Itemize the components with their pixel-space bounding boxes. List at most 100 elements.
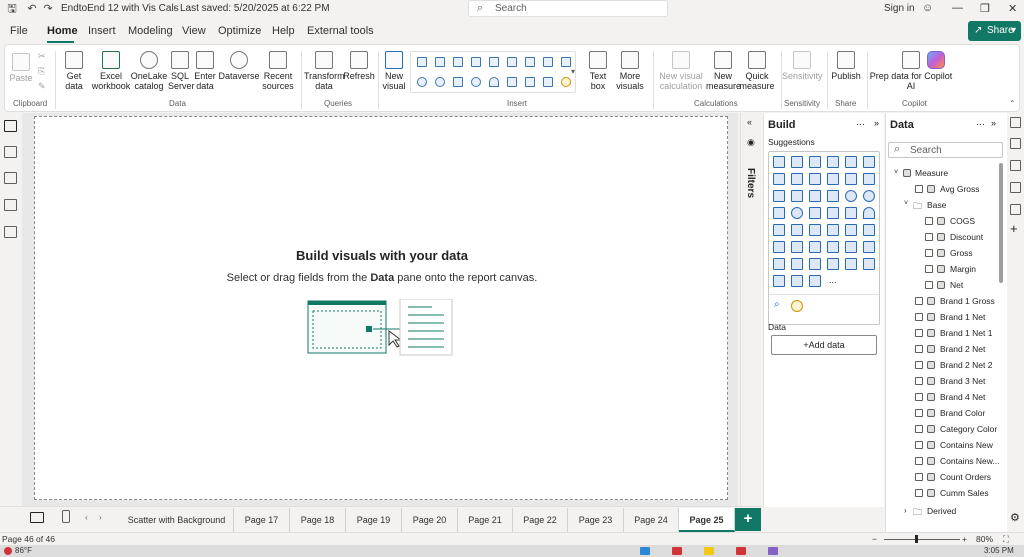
page-tab[interactable]: Page 19 bbox=[346, 508, 402, 532]
field-checkbox[interactable] bbox=[925, 281, 933, 289]
100-bar-icon[interactable] bbox=[845, 156, 857, 168]
search-icon[interactable]: ⌕ bbox=[774, 299, 780, 310]
donut-chart-icon[interactable] bbox=[435, 77, 445, 87]
menu-help[interactable]: Help bbox=[272, 25, 295, 37]
collapse-ribbon-icon[interactable]: ⌃ bbox=[1009, 99, 1016, 108]
new-visual-button[interactable]: New visual bbox=[381, 51, 407, 91]
next-page-icon[interactable]: › bbox=[99, 513, 102, 522]
clustered-column-icon[interactable] bbox=[471, 57, 481, 67]
menu-insert[interactable]: Insert bbox=[88, 25, 116, 37]
table-visual-icon[interactable] bbox=[845, 224, 857, 236]
tmdl-view-icon[interactable] bbox=[4, 226, 17, 238]
field-checkbox[interactable] bbox=[925, 217, 933, 225]
field-checkbox[interactable] bbox=[915, 361, 923, 369]
field-checkbox[interactable] bbox=[915, 489, 923, 497]
field-item[interactable]: Brand 1 Net 1 bbox=[940, 328, 992, 338]
field-item[interactable]: Brand 2 Net bbox=[940, 344, 985, 354]
kpi-icon[interactable] bbox=[809, 224, 821, 236]
field-item[interactable]: Category Color bbox=[940, 424, 997, 434]
user-icon[interactable]: ☺ bbox=[922, 2, 933, 14]
r-visual-icon[interactable] bbox=[773, 241, 785, 253]
custom-visual-icon[interactable] bbox=[791, 275, 803, 287]
clustered-bar-icon[interactable] bbox=[453, 57, 463, 67]
title-search-box[interactable]: ⌕ Search bbox=[468, 0, 668, 17]
table-name[interactable]: Measure bbox=[915, 168, 948, 178]
power-apps-icon[interactable] bbox=[809, 258, 821, 270]
slicer-icon[interactable] bbox=[827, 224, 839, 236]
add-data-button[interactable]: +Add data bbox=[771, 335, 877, 355]
field-checkbox[interactable] bbox=[915, 297, 923, 305]
previous-page-icon[interactable]: ‹ bbox=[85, 513, 88, 522]
100-bar-icon[interactable] bbox=[489, 57, 499, 67]
close-icon[interactable]: ✕ bbox=[1008, 2, 1017, 15]
gauge-icon[interactable] bbox=[489, 77, 499, 87]
scatter-icon[interactable] bbox=[827, 190, 839, 202]
gear-icon[interactable]: ⚙ bbox=[1010, 511, 1020, 524]
line-chart-icon[interactable] bbox=[525, 57, 535, 67]
filter-eye-icon[interactable]: ◉ bbox=[747, 137, 755, 148]
page-tab[interactable]: Page 22 bbox=[513, 508, 568, 532]
excel-workbook-button[interactable]: Excel workbook bbox=[91, 51, 131, 91]
field-checkbox[interactable] bbox=[915, 313, 923, 321]
narrative-icon[interactable] bbox=[863, 241, 875, 253]
field-item[interactable]: Brand 1 Net bbox=[940, 312, 985, 322]
ai-insights-icon[interactable] bbox=[561, 77, 571, 87]
gallery-expand-icon[interactable]: ▾ bbox=[571, 67, 575, 76]
page-tab[interactable]: Page 24 bbox=[624, 508, 679, 532]
field-gross[interactable]: Gross bbox=[950, 248, 973, 258]
sql-server-button[interactable]: SQL Server bbox=[168, 51, 195, 91]
report-view-icon[interactable] bbox=[4, 120, 17, 132]
field-checkbox[interactable] bbox=[915, 377, 923, 385]
page-tab[interactable]: Scatter with Background bbox=[120, 508, 234, 532]
data-pane-scrollbar[interactable] bbox=[999, 163, 1003, 283]
text-box-button[interactable]: Text box bbox=[586, 51, 610, 91]
taskbar-app-icon[interactable] bbox=[768, 547, 778, 555]
map-icon[interactable] bbox=[471, 77, 481, 87]
field-item[interactable]: Brand Color bbox=[940, 408, 985, 418]
100-column-icon[interactable] bbox=[507, 57, 517, 67]
chevron-down-icon[interactable]: ˅ bbox=[904, 200, 908, 207]
more-visuals-button[interactable]: More visuals bbox=[613, 51, 647, 91]
zoom-in-icon[interactable]: + bbox=[962, 534, 967, 544]
card-icon[interactable] bbox=[507, 77, 517, 87]
field-checkbox[interactable] bbox=[915, 441, 923, 449]
decomposition-tree-icon[interactable] bbox=[827, 241, 839, 253]
page-tab[interactable]: Page 21 bbox=[458, 508, 513, 532]
copilot-pane-icon[interactable] bbox=[1010, 160, 1021, 171]
paginated-report-icon[interactable] bbox=[791, 258, 803, 270]
field-checkbox[interactable] bbox=[925, 249, 933, 257]
folder-derived[interactable]: Derived bbox=[927, 506, 956, 516]
area-chart-icon[interactable] bbox=[543, 57, 553, 67]
qa-icon[interactable] bbox=[845, 241, 857, 253]
new-measure-button[interactable]: New measure bbox=[706, 51, 741, 91]
undo-icon[interactable]: ↶ bbox=[26, 3, 38, 15]
treemap-icon[interactable] bbox=[453, 77, 463, 87]
menu-file[interactable]: File bbox=[10, 25, 28, 37]
field-item[interactable]: Brand 2 Net 2 bbox=[940, 360, 992, 370]
donut-chart-icon[interactable] bbox=[863, 190, 875, 202]
cut-icon[interactable]: ✂ bbox=[38, 51, 46, 62]
multi-row-card-icon[interactable] bbox=[791, 224, 803, 236]
dataverse-button[interactable]: Dataverse bbox=[218, 51, 260, 81]
power-automate-icon[interactable] bbox=[827, 258, 839, 270]
taskbar-app-icon[interactable] bbox=[640, 547, 650, 555]
filled-map-icon[interactable] bbox=[809, 207, 821, 219]
data-search-input[interactable]: ⌕ Search bbox=[888, 142, 1003, 158]
copy-icon[interactable]: ⎘ bbox=[38, 66, 45, 77]
field-checkbox[interactable] bbox=[915, 345, 923, 353]
save-icon[interactable]: 🖫 bbox=[6, 3, 18, 15]
enter-data-button[interactable]: Enter data bbox=[193, 51, 217, 91]
slicer-icon[interactable] bbox=[543, 77, 553, 87]
mobile-layout-icon[interactable] bbox=[62, 510, 70, 523]
shape-map-icon[interactable] bbox=[827, 207, 839, 219]
new-visual-calculation-button[interactable]: New visual calculation bbox=[656, 51, 706, 91]
share-button[interactable]: ↗ Share ▾ bbox=[968, 21, 1021, 41]
refresh-button[interactable]: Refresh bbox=[343, 51, 375, 81]
clustered-bar-icon[interactable] bbox=[809, 156, 821, 168]
line-chart-icon[interactable] bbox=[773, 173, 785, 185]
line-clustered-column-icon[interactable] bbox=[845, 173, 857, 185]
waterfall-icon[interactable] bbox=[791, 190, 803, 202]
stacked-column-icon[interactable] bbox=[435, 57, 445, 67]
stacked-bar-icon[interactable] bbox=[773, 156, 785, 168]
chevron-right-icon[interactable]: › bbox=[904, 506, 907, 515]
